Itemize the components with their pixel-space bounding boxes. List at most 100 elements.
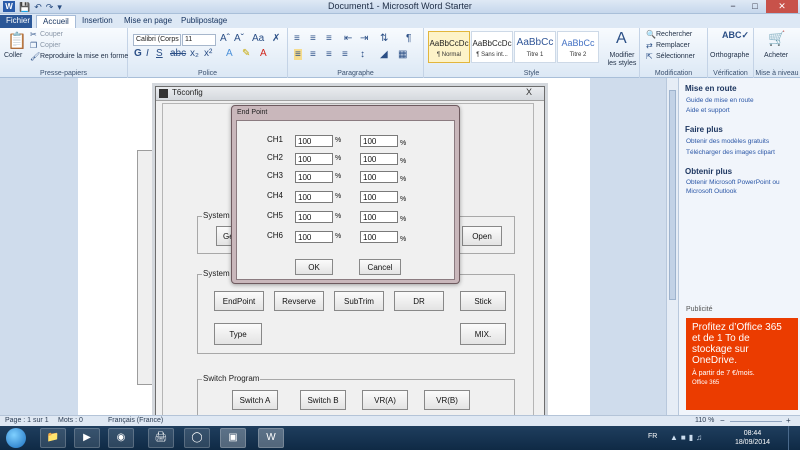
hp-icon[interactable]: ◉ [108, 428, 134, 448]
format-painter-button[interactable]: Reproduire la mise en forme [40, 53, 128, 60]
endpoint-button[interactable]: EndPoint [214, 291, 264, 311]
reverse-button[interactable]: Revserve [274, 291, 324, 311]
align-left-icon[interactable]: ≡ [294, 49, 302, 60]
subtrim-button[interactable]: SubTrim [334, 291, 384, 311]
show-marks-icon[interactable]: ¶ [406, 33, 411, 44]
clear-format-icon[interactable]: ✗ [272, 33, 280, 44]
select-button[interactable]: Sélectionner [656, 53, 695, 60]
show-desktop-button[interactable] [788, 426, 800, 450]
printer-app-icon[interactable]: 🖨 [148, 428, 174, 448]
switch-b-button[interactable]: Switch B [300, 390, 346, 410]
underline-icon[interactable]: S [156, 48, 163, 59]
italic-icon[interactable]: I [146, 48, 149, 59]
paste-button[interactable]: Coller [4, 52, 22, 59]
ch6-right-input[interactable] [360, 231, 398, 243]
spelling-button[interactable]: Orthographe [710, 52, 749, 59]
office-365-ad[interactable]: Profitez d’Office 365 et de 1 To de stoc… [686, 318, 798, 410]
t6config-taskbar-icon[interactable]: ▣ [220, 428, 246, 448]
justify-icon[interactable]: ≡ [342, 49, 348, 60]
style-heading-1[interactable]: AaBbCc Titre 1 [514, 31, 556, 63]
close-button[interactable]: ✕ [766, 0, 798, 13]
font-color-icon[interactable]: A [260, 48, 267, 59]
chrome-icon[interactable]: ◯ [184, 428, 210, 448]
ch5-left-input[interactable] [295, 211, 333, 223]
pane-link[interactable]: Obtenir des modèles gratuits [686, 138, 769, 145]
shading-icon[interactable]: ◢ [380, 49, 388, 60]
style-normal[interactable]: AaBbCcDc ¶ Normal [428, 31, 470, 63]
cut-icon[interactable]: ✂ [30, 30, 37, 39]
ch5-right-input[interactable] [360, 211, 398, 223]
grow-font-icon[interactable]: Aˆ [220, 33, 230, 44]
vr-a-button[interactable]: VR(A) [362, 390, 408, 410]
word-taskbar-icon[interactable]: W [258, 428, 284, 448]
tab-accueil[interactable]: Accueil [36, 15, 76, 28]
type-button[interactable]: Type [214, 323, 262, 345]
superscript-icon[interactable]: x² [204, 48, 212, 59]
minimize-button[interactable]: − [722, 0, 744, 13]
ch6-left-input[interactable] [295, 231, 333, 243]
ch1-right-input[interactable] [360, 135, 398, 147]
system-tray-icons[interactable]: ▲■▮♫ [670, 433, 705, 442]
scroll-thumb[interactable] [669, 90, 676, 300]
open-button[interactable]: Open [462, 226, 502, 246]
align-right-icon[interactable]: ≡ [326, 49, 332, 60]
dr-button[interactable]: DR [394, 291, 444, 311]
media-player-icon[interactable]: ▶ [74, 428, 100, 448]
t6config-close-button[interactable]: X [526, 87, 532, 97]
zoom-out-icon[interactable]: − [720, 416, 725, 425]
tab-mise-en-page[interactable]: Mise en page [118, 15, 178, 28]
change-styles-button[interactable]: Modifier les styles [607, 52, 637, 68]
zoom-level[interactable]: 110 % [695, 417, 714, 424]
paste-icon[interactable]: 📋 [7, 31, 27, 51]
ch3-right-input[interactable] [360, 171, 398, 183]
decrease-indent-icon[interactable]: ⇤ [344, 33, 352, 44]
align-center-icon[interactable]: ≡ [310, 49, 316, 60]
mix-button[interactable]: MIX. [460, 323, 506, 345]
style-no-spacing[interactable]: AaBbCcDc ¶ Sans int... [471, 31, 513, 63]
zoom-in-icon[interactable]: + [786, 416, 791, 425]
ch4-right-input[interactable] [360, 191, 398, 203]
borders-icon[interactable]: ▦ [398, 49, 407, 60]
copy-icon[interactable]: ❐ [30, 41, 37, 50]
tab-publipostage[interactable]: Publipostage [175, 15, 233, 28]
vr-b-button[interactable]: VR(B) [424, 390, 470, 410]
find-button[interactable]: Rechercher [656, 31, 692, 38]
tab-fichier[interactable]: Fichier [0, 15, 32, 28]
ch1-left-input[interactable] [295, 135, 333, 147]
pane-link[interactable]: Microsoft Outlook [686, 188, 737, 195]
multilevel-list-icon[interactable]: ≡ [326, 33, 332, 44]
page-count[interactable]: Page : 1 sur 1 [5, 417, 49, 424]
pane-link[interactable]: Guide de mise en route [686, 97, 754, 104]
increase-indent-icon[interactable]: ⇥ [360, 33, 368, 44]
format-painter-icon[interactable]: 🖌 [30, 52, 40, 61]
keyboard-language[interactable]: FR [648, 433, 657, 440]
highlight-icon[interactable]: ✎ [242, 48, 250, 59]
copy-button[interactable]: Copier [40, 42, 61, 49]
language-indicator[interactable]: Français (France) [108, 417, 163, 424]
line-spacing-icon[interactable]: ↕ [360, 49, 365, 60]
ch3-left-input[interactable] [295, 171, 333, 183]
spelling-icon[interactable]: ABC✓ [722, 30, 749, 41]
text-effects-icon[interactable]: A [226, 48, 233, 59]
shrink-font-icon[interactable]: Aˇ [234, 33, 244, 44]
cancel-button[interactable]: Cancel [359, 259, 401, 275]
ch2-right-input[interactable] [360, 153, 398, 165]
bold-icon[interactable]: G [134, 48, 142, 59]
stick-button[interactable]: Stick [460, 291, 506, 311]
explorer-icon[interactable]: 📁 [40, 428, 66, 448]
ok-button[interactable]: OK [295, 259, 333, 275]
change-styles-icon[interactable]: A [616, 30, 627, 48]
maximize-button[interactable]: □ [744, 0, 766, 13]
ch2-left-input[interactable] [295, 153, 333, 165]
cut-button[interactable]: Couper [40, 31, 63, 38]
replace-icon[interactable]: ⇄ [646, 41, 653, 50]
start-button[interactable] [6, 428, 26, 448]
ch4-left-input[interactable] [295, 191, 333, 203]
subscript-icon[interactable]: x₂ [190, 48, 199, 59]
replace-button[interactable]: Remplacer [656, 42, 690, 49]
numbering-icon[interactable]: ≡ [310, 33, 316, 44]
buy-button[interactable]: Acheter [764, 52, 788, 59]
strikethrough-icon[interactable]: abc [170, 48, 186, 59]
font-size-select[interactable]: 11 [182, 34, 216, 46]
pane-link[interactable]: Obtenir Microsoft PowerPoint ou [686, 179, 780, 186]
